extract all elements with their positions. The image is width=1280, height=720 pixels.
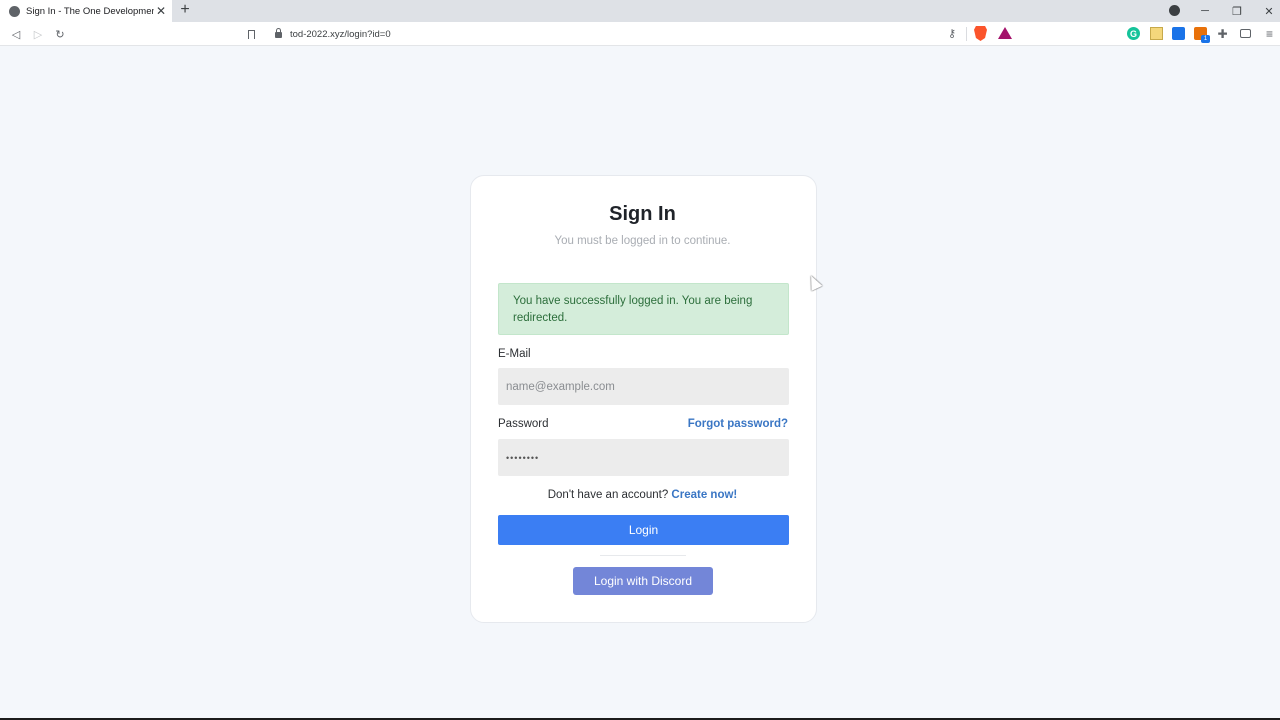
back-icon[interactable]: ◁ — [8, 26, 24, 42]
password-field[interactable] — [498, 439, 789, 476]
password-label: Password — [498, 418, 549, 430]
forgot-password-link[interactable]: Forgot password? — [688, 418, 788, 430]
signup-text: Don't have an account? — [547, 489, 669, 501]
browser-toolbar: ◁ ▷ ↻ tod-2022.xyz/login?id=0 ⚷ G 1 ✚ ≡ — [0, 22, 1280, 46]
reload-icon[interactable]: ↻ — [52, 26, 68, 42]
page-title: Sign In — [609, 203, 676, 225]
grammarly-icon[interactable]: G — [1127, 27, 1140, 40]
address-bar[interactable]: tod-2022.xyz/login?id=0 — [268, 24, 1020, 44]
tab-bar: Sign In - The One Development ✕ + ─ ❐ ✕ — [0, 0, 1280, 22]
lock-icon — [275, 28, 282, 38]
puzzle-icon[interactable]: ✚ — [1216, 27, 1229, 41]
tab-title: Sign In - The One Development — [26, 5, 154, 17]
key-icon[interactable]: ⚷ — [948, 27, 956, 40]
email-field[interactable] — [498, 368, 789, 405]
active-tab[interactable]: Sign In - The One Development ✕ — [0, 0, 172, 22]
restore-button[interactable]: ❐ — [1221, 0, 1253, 22]
url-text: tod-2022.xyz/login?id=0 — [290, 28, 391, 40]
plus-icon[interactable]: + — [177, 2, 193, 18]
tag-icon[interactable] — [1172, 27, 1185, 40]
menu-icon[interactable]: ≡ — [1263, 27, 1276, 41]
notes-icon[interactable] — [1150, 27, 1163, 40]
separator — [966, 27, 967, 41]
bat-rewards-icon[interactable] — [998, 27, 1012, 39]
discord-login-button[interactable]: Login with Discord — [573, 567, 713, 595]
media-control-icon[interactable] — [1169, 5, 1180, 16]
extension-badge: 1 — [1201, 35, 1210, 43]
wallet-icon[interactable] — [1239, 27, 1252, 40]
success-alert: You have successfully logged in. You are… — [498, 283, 789, 335]
forward-icon[interactable]: ▷ — [30, 26, 46, 42]
email-label: E-Mail — [498, 348, 531, 360]
minimize-button[interactable]: ─ — [1189, 0, 1221, 22]
globe-icon — [9, 5, 20, 17]
close-icon[interactable]: ✕ — [154, 4, 168, 18]
signup-prompt: Don't have an account? Create now! — [0, 489, 1280, 501]
window-close-button[interactable]: ✕ — [1253, 0, 1280, 22]
divider — [600, 555, 686, 556]
bookmark-icon[interactable] — [243, 26, 259, 42]
login-button[interactable]: Login — [498, 515, 789, 545]
create-account-link[interactable]: Create now! — [671, 489, 737, 501]
page-subtitle: You must be logged in to continue. — [554, 235, 731, 247]
